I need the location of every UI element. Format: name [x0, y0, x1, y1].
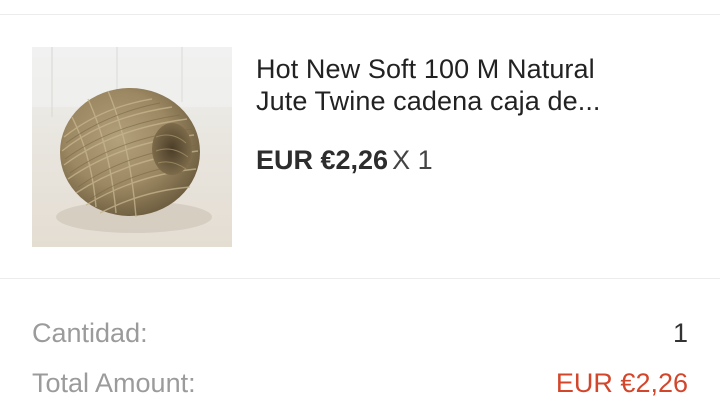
total-amount-value: EUR €2,26	[555, 368, 688, 398]
product-price: EUR €2,26	[256, 145, 389, 175]
product-price-line: EUR €2,26 X 1	[256, 144, 433, 176]
total-amount-label: Total Amount:	[32, 368, 196, 398]
quantity-label: Cantidad:	[32, 318, 148, 348]
product-title-line-1: Hot New Soft 100 M Natural	[256, 54, 595, 84]
product-quantity-multiplier: X 1	[392, 145, 433, 175]
product-thumbnail[interactable]	[32, 47, 232, 247]
quantity-row: Cantidad: 1	[32, 313, 688, 353]
product-title-line-2: Jute Twine cadena caja de...	[256, 86, 601, 116]
section-divider	[0, 278, 720, 279]
order-item-page: Hot New Soft 100 M Natural Jute Twine ca…	[0, 0, 720, 417]
jute-twine-ball-image	[32, 47, 232, 247]
product-item[interactable]: Hot New Soft 100 M Natural Jute Twine ca…	[0, 15, 720, 278]
total-amount-row: Total Amount: EUR €2,26	[32, 363, 688, 403]
product-title[interactable]: Hot New Soft 100 M Natural Jute Twine ca…	[256, 53, 676, 117]
quantity-value: 1	[672, 318, 688, 348]
